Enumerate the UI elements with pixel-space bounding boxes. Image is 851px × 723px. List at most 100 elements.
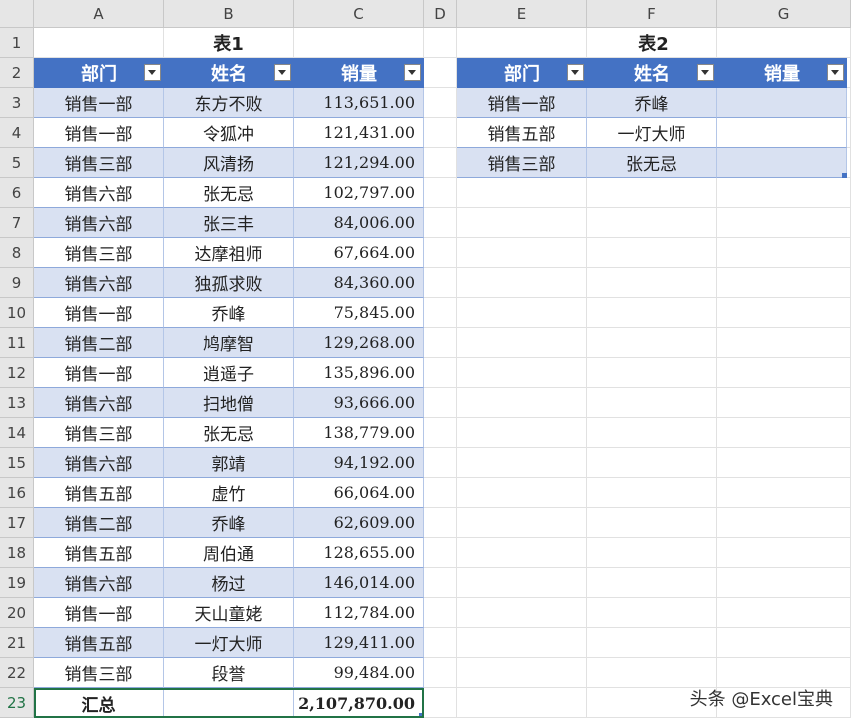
table1-cell[interactable]: 销售六部 [34, 448, 164, 478]
cell-e18[interactable] [457, 538, 587, 568]
cell-d21[interactable] [424, 628, 457, 658]
cell-g10[interactable] [717, 298, 851, 328]
cell-e11[interactable] [457, 328, 587, 358]
table1-cell[interactable]: 112,784.00 [294, 598, 424, 628]
cell-g11[interactable] [717, 328, 851, 358]
table1-total-label[interactable]: 汇总 [34, 688, 164, 718]
row-header-11[interactable]: 11 [0, 328, 34, 358]
table1-cell[interactable]: 102,797.00 [294, 178, 424, 208]
table1-cell[interactable]: 84,360.00 [294, 268, 424, 298]
cell-d8[interactable] [424, 238, 457, 268]
row-header-8[interactable]: 8 [0, 238, 34, 268]
row-header-16[interactable]: 16 [0, 478, 34, 508]
column-header-c[interactable]: C [294, 0, 424, 28]
cell-d2[interactable] [424, 58, 457, 88]
table1-cell[interactable]: 93,666.00 [294, 388, 424, 418]
table2-cell[interactable]: 销售三部 [457, 148, 587, 178]
table1-cell[interactable]: 销售三部 [34, 238, 164, 268]
table2-cell[interactable]: 销售一部 [457, 88, 587, 118]
cell-g20[interactable] [717, 598, 851, 628]
table2-cell[interactable]: 销售五部 [457, 118, 587, 148]
row-header-2[interactable]: 2 [0, 58, 34, 88]
cell-f7[interactable] [587, 208, 717, 238]
table1-cell[interactable]: 乔峰 [164, 298, 294, 328]
row-header-17[interactable]: 17 [0, 508, 34, 538]
table1-cell[interactable]: 销售六部 [34, 388, 164, 418]
cell-f10[interactable] [587, 298, 717, 328]
cell-d13[interactable] [424, 388, 457, 418]
table1-cell[interactable]: 扫地僧 [164, 388, 294, 418]
cell-g22[interactable] [717, 658, 851, 688]
cell-e8[interactable] [457, 238, 587, 268]
cell-e10[interactable] [457, 298, 587, 328]
row-header-21[interactable]: 21 [0, 628, 34, 658]
cell-d14[interactable] [424, 418, 457, 448]
table1-cell[interactable]: 销售三部 [34, 658, 164, 688]
table1-cell[interactable]: 销售三部 [34, 148, 164, 178]
row-header-15[interactable]: 15 [0, 448, 34, 478]
table1-cell[interactable]: 一灯大师 [164, 628, 294, 658]
cell-d4[interactable] [424, 118, 457, 148]
table2-cell[interactable]: 张无忌 [587, 148, 717, 178]
table1-cell[interactable]: 销售五部 [34, 538, 164, 568]
table1-cell[interactable]: 62,609.00 [294, 508, 424, 538]
column-header-g[interactable]: G [717, 0, 851, 28]
row-header-19[interactable]: 19 [0, 568, 34, 598]
table1-cell[interactable]: 郭靖 [164, 448, 294, 478]
cell-d1[interactable] [424, 28, 457, 58]
table1-cell[interactable]: 东方不败 [164, 88, 294, 118]
cell-d9[interactable] [424, 268, 457, 298]
cell-d3[interactable] [424, 88, 457, 118]
table1-cell[interactable]: 销售二部 [34, 508, 164, 538]
cell-f12[interactable] [587, 358, 717, 388]
row-header-22[interactable]: 22 [0, 658, 34, 688]
table1-cell[interactable]: 销售六部 [34, 268, 164, 298]
cell-g15[interactable] [717, 448, 851, 478]
select-all-corner[interactable] [0, 0, 34, 28]
cell-e9[interactable] [457, 268, 587, 298]
cell-g19[interactable] [717, 568, 851, 598]
table1-cell[interactable]: 129,411.00 [294, 628, 424, 658]
table1-cell[interactable]: 138,779.00 [294, 418, 424, 448]
cell-d17[interactable] [424, 508, 457, 538]
cell-e13[interactable] [457, 388, 587, 418]
column-header-b[interactable]: B [164, 0, 294, 28]
cell-f19[interactable] [587, 568, 717, 598]
table1-cell[interactable]: 杨过 [164, 568, 294, 598]
cell-f21[interactable] [587, 628, 717, 658]
cell-d18[interactable] [424, 538, 457, 568]
cell-d22[interactable] [424, 658, 457, 688]
row-header-14[interactable]: 14 [0, 418, 34, 448]
table1-cell[interactable]: 销售五部 [34, 628, 164, 658]
cell-e6[interactable] [457, 178, 587, 208]
table1-cell[interactable]: 销售六部 [34, 178, 164, 208]
cell-f8[interactable] [587, 238, 717, 268]
row-header-13[interactable]: 13 [0, 388, 34, 418]
cell-e20[interactable] [457, 598, 587, 628]
cell-g14[interactable] [717, 418, 851, 448]
filter-dropdown-icon[interactable] [404, 64, 421, 81]
cell-d5[interactable] [424, 148, 457, 178]
cell-f13[interactable] [587, 388, 717, 418]
table1-cell[interactable]: 销售六部 [34, 568, 164, 598]
table2-cell[interactable] [717, 118, 847, 148]
table1-cell[interactable]: 销售三部 [34, 418, 164, 448]
table1-cell[interactable]: 天山童姥 [164, 598, 294, 628]
row-header-6[interactable]: 6 [0, 178, 34, 208]
table1-cell[interactable]: 94,192.00 [294, 448, 424, 478]
table1-cell[interactable]: 达摩祖师 [164, 238, 294, 268]
row-header-20[interactable]: 20 [0, 598, 34, 628]
cell-g12[interactable] [717, 358, 851, 388]
table1-cell[interactable]: 张无忌 [164, 178, 294, 208]
table1-cell[interactable]: 146,014.00 [294, 568, 424, 598]
table1-cell[interactable]: 销售一部 [34, 598, 164, 628]
table1-cell[interactable]: 销售二部 [34, 328, 164, 358]
table1-cell[interactable]: 张无忌 [164, 418, 294, 448]
table1-cell[interactable]: 张三丰 [164, 208, 294, 238]
table1-cell[interactable]: 84,006.00 [294, 208, 424, 238]
table1-cell[interactable]: 逍遥子 [164, 358, 294, 388]
cell-g6[interactable] [717, 178, 851, 208]
filter-dropdown-icon[interactable] [567, 64, 584, 81]
cell-g17[interactable] [717, 508, 851, 538]
filter-dropdown-icon[interactable] [827, 64, 844, 81]
